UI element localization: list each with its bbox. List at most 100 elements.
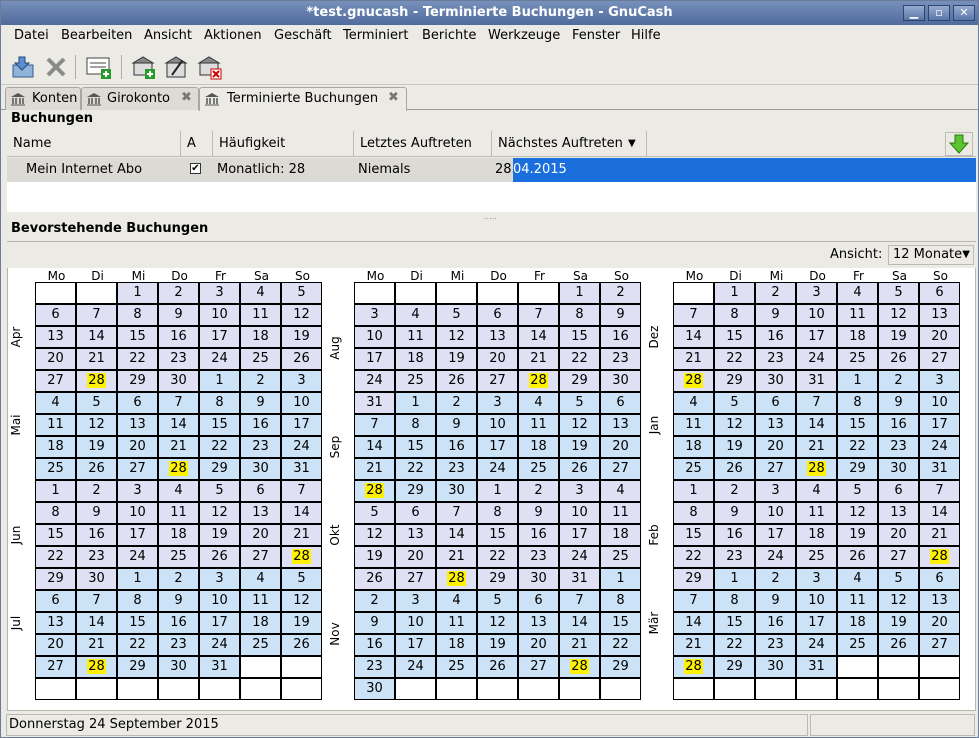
tab-close-icon[interactable]: ✖ [181, 90, 192, 105]
calendar-day[interactable]: 17 [281, 414, 322, 436]
calendar-day[interactable]: 28 [673, 656, 714, 678]
calendar-day[interactable]: 17 [199, 326, 240, 348]
calendar-day[interactable]: 15 [395, 436, 436, 458]
calendar-day[interactable]: 14 [76, 612, 117, 634]
calendar-day[interactable]: 25 [796, 546, 837, 568]
calendar-day[interactable]: 11 [518, 414, 559, 436]
calendar-day[interactable]: 16 [755, 612, 796, 634]
calendar-day[interactable]: 19 [354, 546, 395, 568]
calendar-day[interactable]: 22 [837, 436, 878, 458]
calendar-day[interactable]: 3 [755, 480, 796, 502]
calendar-day[interactable]: 5 [199, 480, 240, 502]
calendar-day[interactable]: 26 [76, 458, 117, 480]
calendar-day[interactable]: 27 [878, 546, 919, 568]
calendar-day[interactable]: 13 [600, 414, 641, 436]
calendar-day[interactable]: 30 [755, 370, 796, 392]
menu-hilfe[interactable]: Hilfe [631, 28, 661, 43]
tab-girokonto[interactable]: Girokonto ✖ [81, 87, 199, 110]
calendar-day[interactable]: 14 [559, 612, 600, 634]
calendar-day[interactable]: 31 [354, 392, 395, 414]
calendar-day[interactable]: 8 [117, 304, 158, 326]
calendar-day[interactable]: 1 [714, 568, 755, 590]
calendar-day[interactable]: 6 [878, 480, 919, 502]
calendar-day[interactable]: 8 [600, 590, 641, 612]
calendar-day[interactable]: 29 [199, 458, 240, 480]
calendar-day[interactable]: 19 [714, 436, 755, 458]
calendar-day[interactable]: 23 [878, 436, 919, 458]
calendar-day[interactable]: 11 [35, 414, 76, 436]
calendar-day[interactable]: 18 [158, 524, 199, 546]
calendar-day[interactable]: 30 [158, 656, 199, 678]
calendar-day[interactable]: 18 [518, 436, 559, 458]
calendar-day[interactable]: 5 [837, 480, 878, 502]
title-bar[interactable]: *test.gnucash - Terminierte Buchungen - … [1, 1, 978, 25]
calendar-day[interactable]: 18 [240, 612, 281, 634]
calendar-day[interactable]: 8 [395, 414, 436, 436]
calendar-day[interactable]: 24 [559, 546, 600, 568]
calendar-day[interactable]: 28 [76, 656, 117, 678]
calendar-day[interactable]: 8 [199, 392, 240, 414]
calendar-day[interactable]: 7 [919, 480, 960, 502]
calendar-day[interactable]: 5 [436, 304, 477, 326]
calendar-day[interactable]: 8 [477, 502, 518, 524]
calendar-day[interactable]: 26 [354, 568, 395, 590]
calendar-day[interactable]: 6 [755, 392, 796, 414]
calendar-day[interactable]: 8 [117, 590, 158, 612]
calendar-day[interactable]: 24 [354, 370, 395, 392]
calendar-day[interactable]: 14 [919, 502, 960, 524]
calendar-day[interactable]: 28 [354, 480, 395, 502]
calendar-day[interactable]: 31 [199, 656, 240, 678]
calendar-day[interactable]: 16 [158, 612, 199, 634]
calendar-day[interactable]: 15 [673, 524, 714, 546]
calendar-day[interactable]: 3 [395, 590, 436, 612]
calendar-day[interactable]: 23 [158, 634, 199, 656]
calendar-day[interactable]: 30 [240, 458, 281, 480]
calendar-day[interactable]: 1 [117, 568, 158, 590]
calendar-day[interactable]: 24 [919, 436, 960, 458]
calendar-day[interactable]: 4 [158, 480, 199, 502]
calendar-day[interactable]: 1 [714, 282, 755, 304]
calendar-day[interactable]: 4 [837, 282, 878, 304]
calendar-day[interactable]: 16 [354, 634, 395, 656]
calendar-day[interactable]: 3 [919, 370, 960, 392]
calendar-day[interactable]: 13 [35, 326, 76, 348]
enabled-checkbox[interactable]: ✔ [190, 163, 201, 174]
calendar-day[interactable]: 5 [354, 502, 395, 524]
calendar-day[interactable]: 27 [600, 458, 641, 480]
menu-ansicht[interactable]: Ansicht [144, 28, 192, 43]
calendar-day[interactable]: 21 [436, 546, 477, 568]
calendar-day[interactable]: 13 [755, 414, 796, 436]
calendar-day[interactable]: 11 [796, 502, 837, 524]
calendar-day[interactable]: 15 [199, 414, 240, 436]
calendar-day[interactable]: 27 [919, 634, 960, 656]
calendar-day[interactable]: 9 [755, 590, 796, 612]
calendar-day[interactable]: 12 [559, 414, 600, 436]
calendar-day[interactable]: 16 [755, 326, 796, 348]
calendar-day[interactable]: 17 [354, 348, 395, 370]
calendar-day[interactable]: 9 [878, 392, 919, 414]
calendar-day[interactable]: 20 [919, 326, 960, 348]
calendar-day[interactable]: 14 [158, 414, 199, 436]
calendar-day[interactable]: 27 [518, 656, 559, 678]
calendar-day[interactable]: 6 [35, 590, 76, 612]
calendar-day[interactable]: 25 [240, 348, 281, 370]
calendar-day[interactable]: 13 [518, 612, 559, 634]
calendar-day[interactable]: 25 [158, 546, 199, 568]
calendar-day[interactable]: 24 [117, 546, 158, 568]
calendar-day[interactable]: 15 [117, 326, 158, 348]
calendar-day[interactable]: 21 [158, 436, 199, 458]
calendar-day[interactable]: 15 [714, 612, 755, 634]
menu-aktionen[interactable]: Aktionen [204, 28, 262, 43]
calendar-day[interactable]: 24 [477, 458, 518, 480]
calendar-day[interactable]: 19 [199, 524, 240, 546]
calendar-day[interactable]: 28 [76, 370, 117, 392]
calendar-day[interactable]: 20 [878, 524, 919, 546]
maximize-button[interactable]: ▫ [928, 5, 950, 21]
calendar-day[interactable]: 10 [559, 502, 600, 524]
calendar-day[interactable]: 21 [673, 634, 714, 656]
calendar-day[interactable]: 20 [240, 524, 281, 546]
calendar-day[interactable]: 30 [436, 480, 477, 502]
new-schedule-icon[interactable] [85, 53, 113, 81]
calendar-day[interactable]: 21 [673, 348, 714, 370]
calendar-day[interactable]: 27 [117, 458, 158, 480]
